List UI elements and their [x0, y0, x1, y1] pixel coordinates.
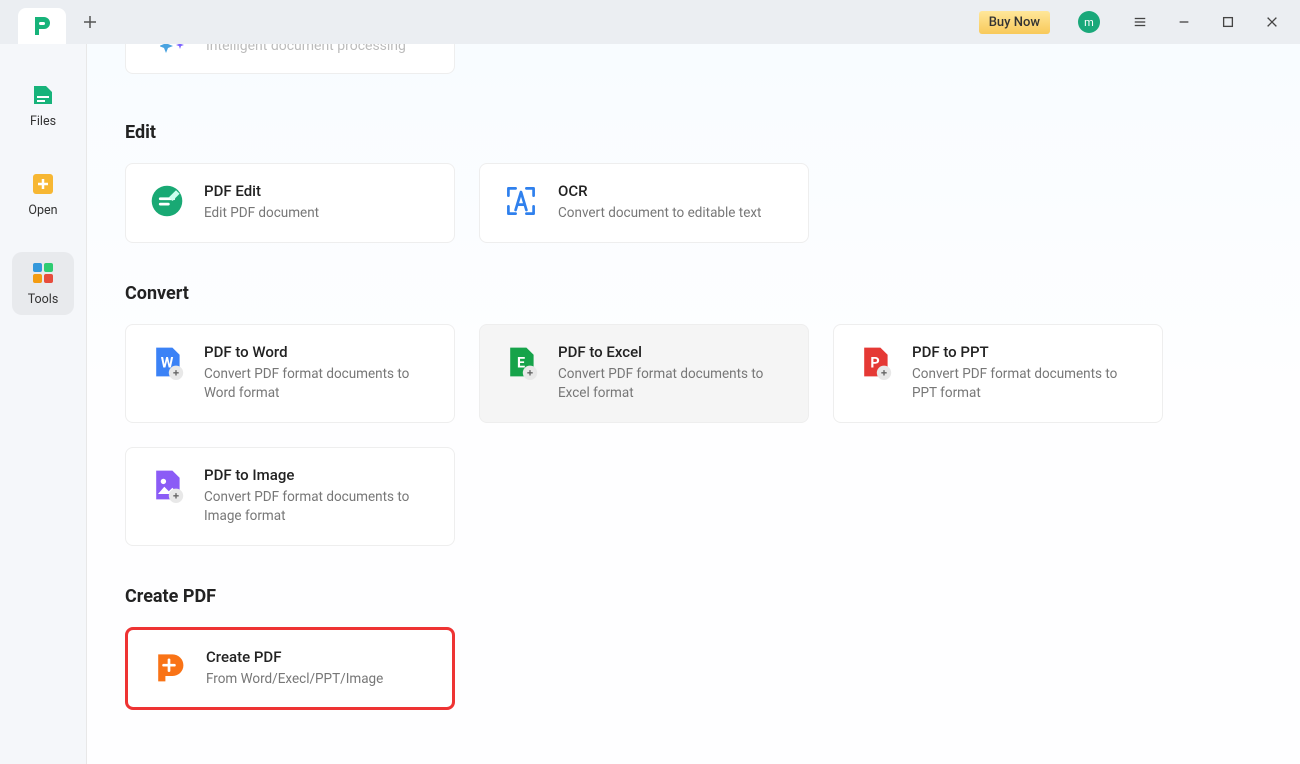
sidebar-item-label: Files: [30, 114, 56, 129]
card-title: PDF to PPT: [912, 343, 1144, 361]
sidebar: Files Open Tools: [0, 44, 86, 764]
cards-edit: PDF Edit Edit PDF document OCR Convert d…: [125, 163, 1300, 243]
new-tab-button[interactable]: [72, 4, 108, 40]
cards-create: Create PDF From Word/Execl/PPT/Image: [125, 627, 1300, 711]
card-pdf-to-excel[interactable]: E PDF to Excel Convert PDF format docume…: [479, 324, 809, 423]
card-title: PDF to Excel: [558, 343, 790, 361]
maximize-button[interactable]: [1206, 0, 1250, 44]
section-title-convert: Convert: [125, 283, 1300, 304]
tools-icon: [30, 260, 56, 286]
card-create-pdf[interactable]: Create PDF From Word/Execl/PPT/Image: [125, 627, 455, 711]
card-pdf-to-word[interactable]: W PDF to Word Convert PDF format documen…: [125, 324, 455, 423]
hamburger-menu-icon[interactable]: [1118, 0, 1162, 44]
card-desc: Convert PDF format documents to Image fo…: [204, 488, 436, 527]
buy-now-button[interactable]: Buy Now: [979, 11, 1050, 34]
excel-icon: E: [502, 343, 540, 381]
card-desc: Convert PDF format documents to Word for…: [204, 365, 436, 404]
partial-card-intelligent-processing[interactable]: Intelligent document processing: [125, 44, 455, 74]
open-icon: [30, 171, 56, 197]
sidebar-item-label: Tools: [28, 292, 59, 307]
ppt-icon: P: [856, 343, 894, 381]
pdf-edit-icon: [148, 182, 186, 220]
sidebar-item-tools[interactable]: Tools: [12, 252, 74, 315]
card-desc: Convert PDF format documents to Excel fo…: [558, 365, 790, 404]
minimize-button[interactable]: [1162, 0, 1206, 44]
app-tab[interactable]: [18, 8, 66, 44]
image-icon: [148, 466, 186, 504]
main-content: Intelligent document processing Edit PDF…: [86, 44, 1300, 764]
sidebar-item-label: Open: [28, 203, 57, 218]
app-logo-icon: [30, 14, 54, 38]
card-desc: Edit PDF document: [204, 204, 319, 224]
card-desc: From Word/Execl/PPT/Image: [206, 670, 383, 690]
card-desc: Convert document to editable text: [558, 204, 761, 224]
files-icon: [30, 82, 56, 108]
sidebar-item-files[interactable]: Files: [12, 74, 74, 137]
ai-spark-icon: [160, 44, 186, 57]
card-pdf-to-image[interactable]: PDF to Image Convert PDF format document…: [125, 447, 455, 546]
card-ocr[interactable]: OCR Convert document to editable text: [479, 163, 809, 243]
card-title: PDF Edit: [204, 182, 319, 200]
card-title: PDF to Image: [204, 466, 436, 484]
section-title-edit: Edit: [125, 122, 1300, 143]
ocr-icon: [502, 182, 540, 220]
user-avatar[interactable]: m: [1078, 11, 1100, 33]
close-button[interactable]: [1250, 0, 1294, 44]
titlebar: Buy Now m: [0, 0, 1300, 44]
create-pdf-icon: [150, 648, 188, 686]
svg-text:E: E: [517, 354, 525, 371]
card-title: OCR: [558, 182, 761, 200]
card-title: PDF to Word: [204, 343, 436, 361]
card-pdf-edit[interactable]: PDF Edit Edit PDF document: [125, 163, 455, 243]
word-icon: W: [148, 343, 186, 381]
sidebar-item-open[interactable]: Open: [12, 163, 74, 226]
section-title-create: Create PDF: [125, 586, 1300, 607]
cards-convert: W PDF to Word Convert PDF format documen…: [125, 324, 1300, 546]
card-title: Create PDF: [206, 648, 383, 666]
card-pdf-to-ppt[interactable]: P PDF to PPT Convert PDF format document…: [833, 324, 1163, 423]
partial-card-text: Intelligent document processing: [206, 44, 406, 54]
card-desc: Convert PDF format documents to PPT form…: [912, 365, 1144, 404]
